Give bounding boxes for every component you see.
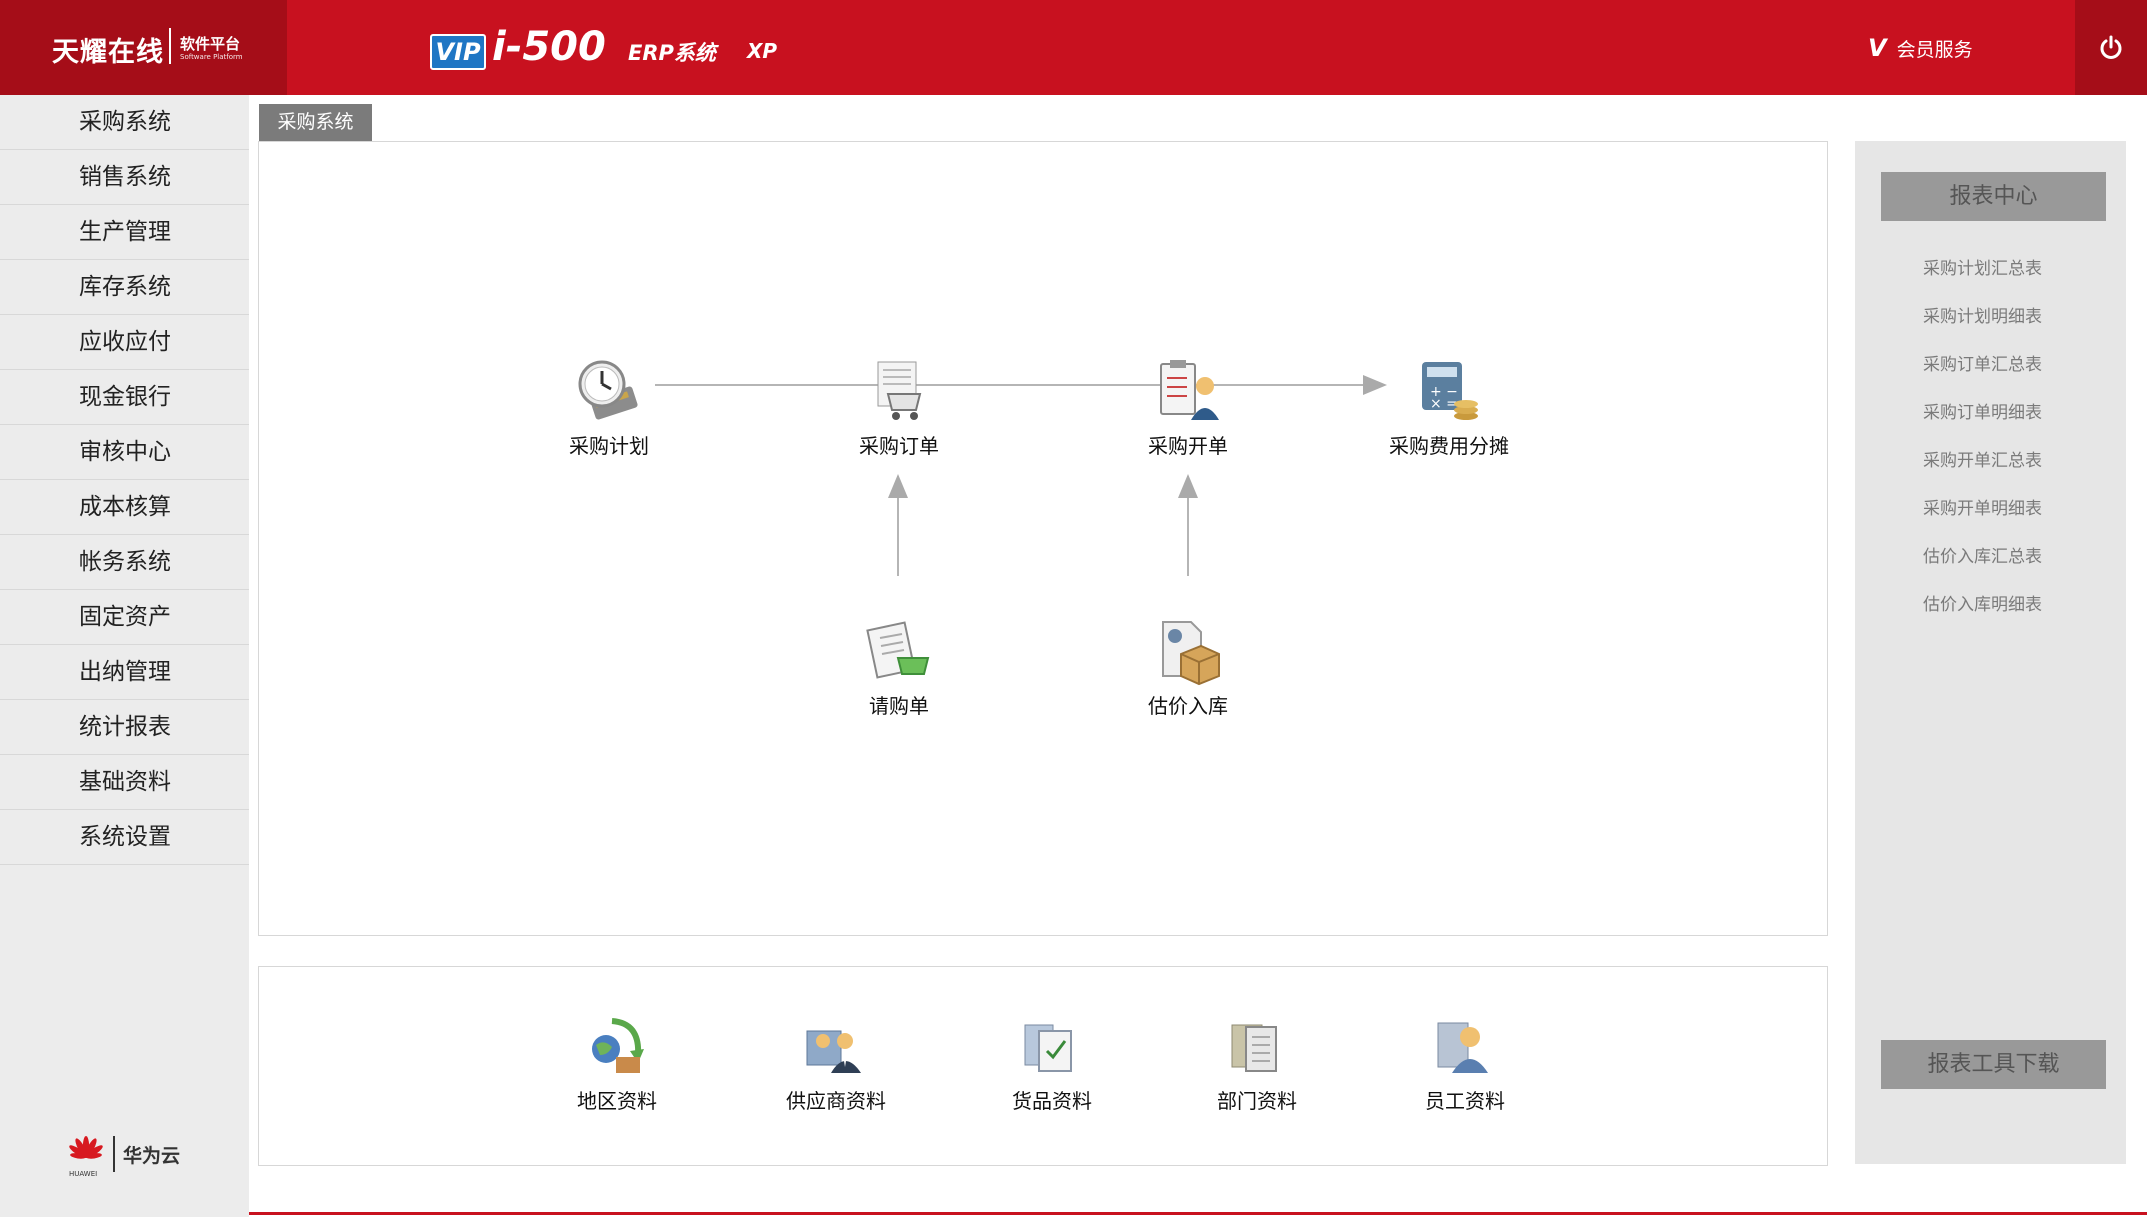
top-header-bar: 天耀在线 软件平台 Software Platform VIP i-500 ER… bbox=[0, 0, 2147, 95]
flow-node-purchase-bill[interactable]: 采购开单 bbox=[1128, 356, 1248, 459]
purchase-flow-panel: 采购计划 采购订单 采购开单 + − × = 采购费用分摊 请购单 估价入库 bbox=[258, 141, 1828, 936]
basic-label-goods: 货品资料 bbox=[1012, 1089, 1092, 1113]
huawei-cloud-name: 华为云 bbox=[123, 1144, 181, 1167]
bottom-accent-line bbox=[249, 1212, 2147, 1215]
report-center-panel: 报表中心 采购计划汇总表 采购计划明细表 采购订单汇总表 采购订单明细表 采购开… bbox=[1855, 141, 2126, 1164]
flow-connectors bbox=[655, 375, 1387, 576]
report-link-order-detail[interactable]: 采购订单明细表 bbox=[1923, 398, 2042, 446]
report-link-list: 采购计划汇总表 采购计划明细表 采购订单汇总表 采购订单明细表 采购开单汇总表 … bbox=[1923, 254, 2042, 638]
erp-label: ERP系统 bbox=[628, 41, 716, 65]
flow-label-purchase-expense: 采购费用分摊 bbox=[1389, 434, 1509, 458]
flow-label-purchase-order: 采购订单 bbox=[859, 434, 939, 458]
sidebar-item-accounting[interactable]: 帐务系统 bbox=[0, 535, 249, 590]
basic-label-region: 地区资料 bbox=[577, 1089, 657, 1113]
goods-check-icon bbox=[1017, 1011, 1087, 1081]
basic-item-goods[interactable]: 货品资料 bbox=[992, 1011, 1112, 1114]
flow-label-purchase-request: 请购单 bbox=[869, 694, 929, 718]
report-link-estimate-detail[interactable]: 估价入库明细表 bbox=[1923, 590, 2042, 638]
basic-item-region[interactable]: 地区资料 bbox=[557, 1011, 677, 1114]
basic-label-supplier: 供应商资料 bbox=[786, 1089, 886, 1113]
huawei-logo-text: HUAWEI bbox=[69, 1170, 98, 1178]
sidebar-item-cashier[interactable]: 出纳管理 bbox=[0, 645, 249, 700]
basic-label-staff: 员工资料 bbox=[1425, 1089, 1505, 1113]
basic-item-department[interactable]: 部门资料 bbox=[1197, 1011, 1317, 1114]
flow-node-purchase-expense[interactable]: + − × = 采购费用分摊 bbox=[1374, 356, 1524, 459]
sidebar-item-receivable-payable[interactable]: 应收应付 bbox=[0, 315, 249, 370]
report-link-plan-summary[interactable]: 采购计划汇总表 bbox=[1923, 254, 2042, 302]
report-link-bill-detail[interactable]: 采购开单明细表 bbox=[1923, 494, 2042, 542]
report-link-plan-detail[interactable]: 采购计划明细表 bbox=[1923, 302, 2042, 350]
sidebar-item-statistics[interactable]: 统计报表 bbox=[0, 700, 249, 755]
member-service-label: 会员服务 bbox=[1896, 38, 1973, 61]
brand-subtitle-en: Software Platform bbox=[180, 53, 243, 61]
flow-node-purchase-order[interactable]: 采购订单 bbox=[839, 356, 959, 459]
sidebar-item-cash-bank[interactable]: 现金银行 bbox=[0, 370, 249, 425]
basic-item-supplier[interactable]: 供应商资料 bbox=[776, 1011, 896, 1114]
staff-person-icon bbox=[1430, 1011, 1500, 1081]
sidebar-item-basic-data[interactable]: 基础资料 bbox=[0, 755, 249, 810]
sidebar-item-audit[interactable]: 审核中心 bbox=[0, 425, 249, 480]
department-folders-icon bbox=[1222, 1011, 1292, 1081]
brand-logo: 天耀在线 软件平台 Software Platform bbox=[0, 0, 287, 95]
brand-divider bbox=[169, 28, 171, 64]
sidebar-item-settings[interactable]: 系统设置 bbox=[0, 810, 249, 865]
basic-item-staff[interactable]: 员工资料 bbox=[1405, 1011, 1525, 1114]
report-link-bill-summary[interactable]: 采购开单汇总表 bbox=[1923, 446, 2042, 494]
vip-badge: VIP bbox=[430, 34, 486, 70]
flow-node-purchase-request[interactable]: 请购单 bbox=[839, 616, 959, 719]
report-center-title: 报表中心 bbox=[1881, 172, 2106, 221]
flow-label-estimate-stock-in: 估价入库 bbox=[1148, 694, 1228, 718]
request-list-icon bbox=[864, 616, 934, 686]
svg-text:× =: × = bbox=[1430, 396, 1458, 412]
calculator-coins-icon: + − × = bbox=[1414, 356, 1484, 426]
power-button[interactable] bbox=[2075, 0, 2147, 95]
clock-card-icon bbox=[574, 356, 644, 426]
sidebar-item-purchase[interactable]: 采购系统 bbox=[0, 95, 249, 150]
order-cart-icon bbox=[864, 356, 934, 426]
flow-node-estimate-stock-in[interactable]: 估价入库 bbox=[1128, 616, 1248, 719]
sidebar-item-fixed-assets[interactable]: 固定资产 bbox=[0, 590, 249, 645]
globe-arrow-icon bbox=[582, 1011, 652, 1081]
member-v-icon: V bbox=[1868, 34, 1887, 62]
clipboard-person-icon bbox=[1153, 356, 1223, 426]
sidebar-item-sales[interactable]: 销售系统 bbox=[0, 150, 249, 205]
xp-label: XP bbox=[747, 39, 778, 63]
power-icon bbox=[2100, 35, 2122, 59]
brand-subtitle: 软件平台 bbox=[180, 35, 241, 53]
flow-label-purchase-bill: 采购开单 bbox=[1148, 434, 1228, 458]
sidebar-item-production[interactable]: 生产管理 bbox=[0, 205, 249, 260]
basic-data-panel: 地区资料 供应商资料 货品资料 部门资料 员工资料 bbox=[258, 966, 1828, 1166]
huawei-divider bbox=[113, 1136, 115, 1172]
member-service-link[interactable]: V 会员服务 bbox=[1868, 34, 1973, 62]
tab-purchase[interactable]: 采购系统 bbox=[259, 104, 372, 141]
huawei-cloud-logo: HUAWEI 华为云 bbox=[65, 1135, 181, 1178]
product-name: i-500 bbox=[492, 24, 606, 70]
supplier-people-icon bbox=[801, 1011, 871, 1081]
basic-label-department: 部门资料 bbox=[1217, 1089, 1297, 1113]
sidebar-item-cost[interactable]: 成本核算 bbox=[0, 480, 249, 535]
report-link-order-summary[interactable]: 采购订单汇总表 bbox=[1923, 350, 2042, 398]
report-link-estimate-summary[interactable]: 估价入库汇总表 bbox=[1923, 542, 2042, 590]
sidebar-item-inventory[interactable]: 库存系统 bbox=[0, 260, 249, 315]
report-tool-download-button[interactable]: 报表工具下载 bbox=[1881, 1040, 2106, 1089]
flow-node-purchase-plan[interactable]: 采购计划 bbox=[549, 356, 669, 459]
flow-label-purchase-plan: 采购计划 bbox=[569, 434, 649, 458]
huawei-flower-icon bbox=[69, 1136, 103, 1159]
sidebar-nav: 采购系统 销售系统 生产管理 库存系统 应收应付 现金银行 审核中心 成本核算 … bbox=[0, 95, 249, 1217]
brand-name: 天耀在线 bbox=[52, 37, 164, 68]
document-box-icon bbox=[1153, 616, 1223, 686]
